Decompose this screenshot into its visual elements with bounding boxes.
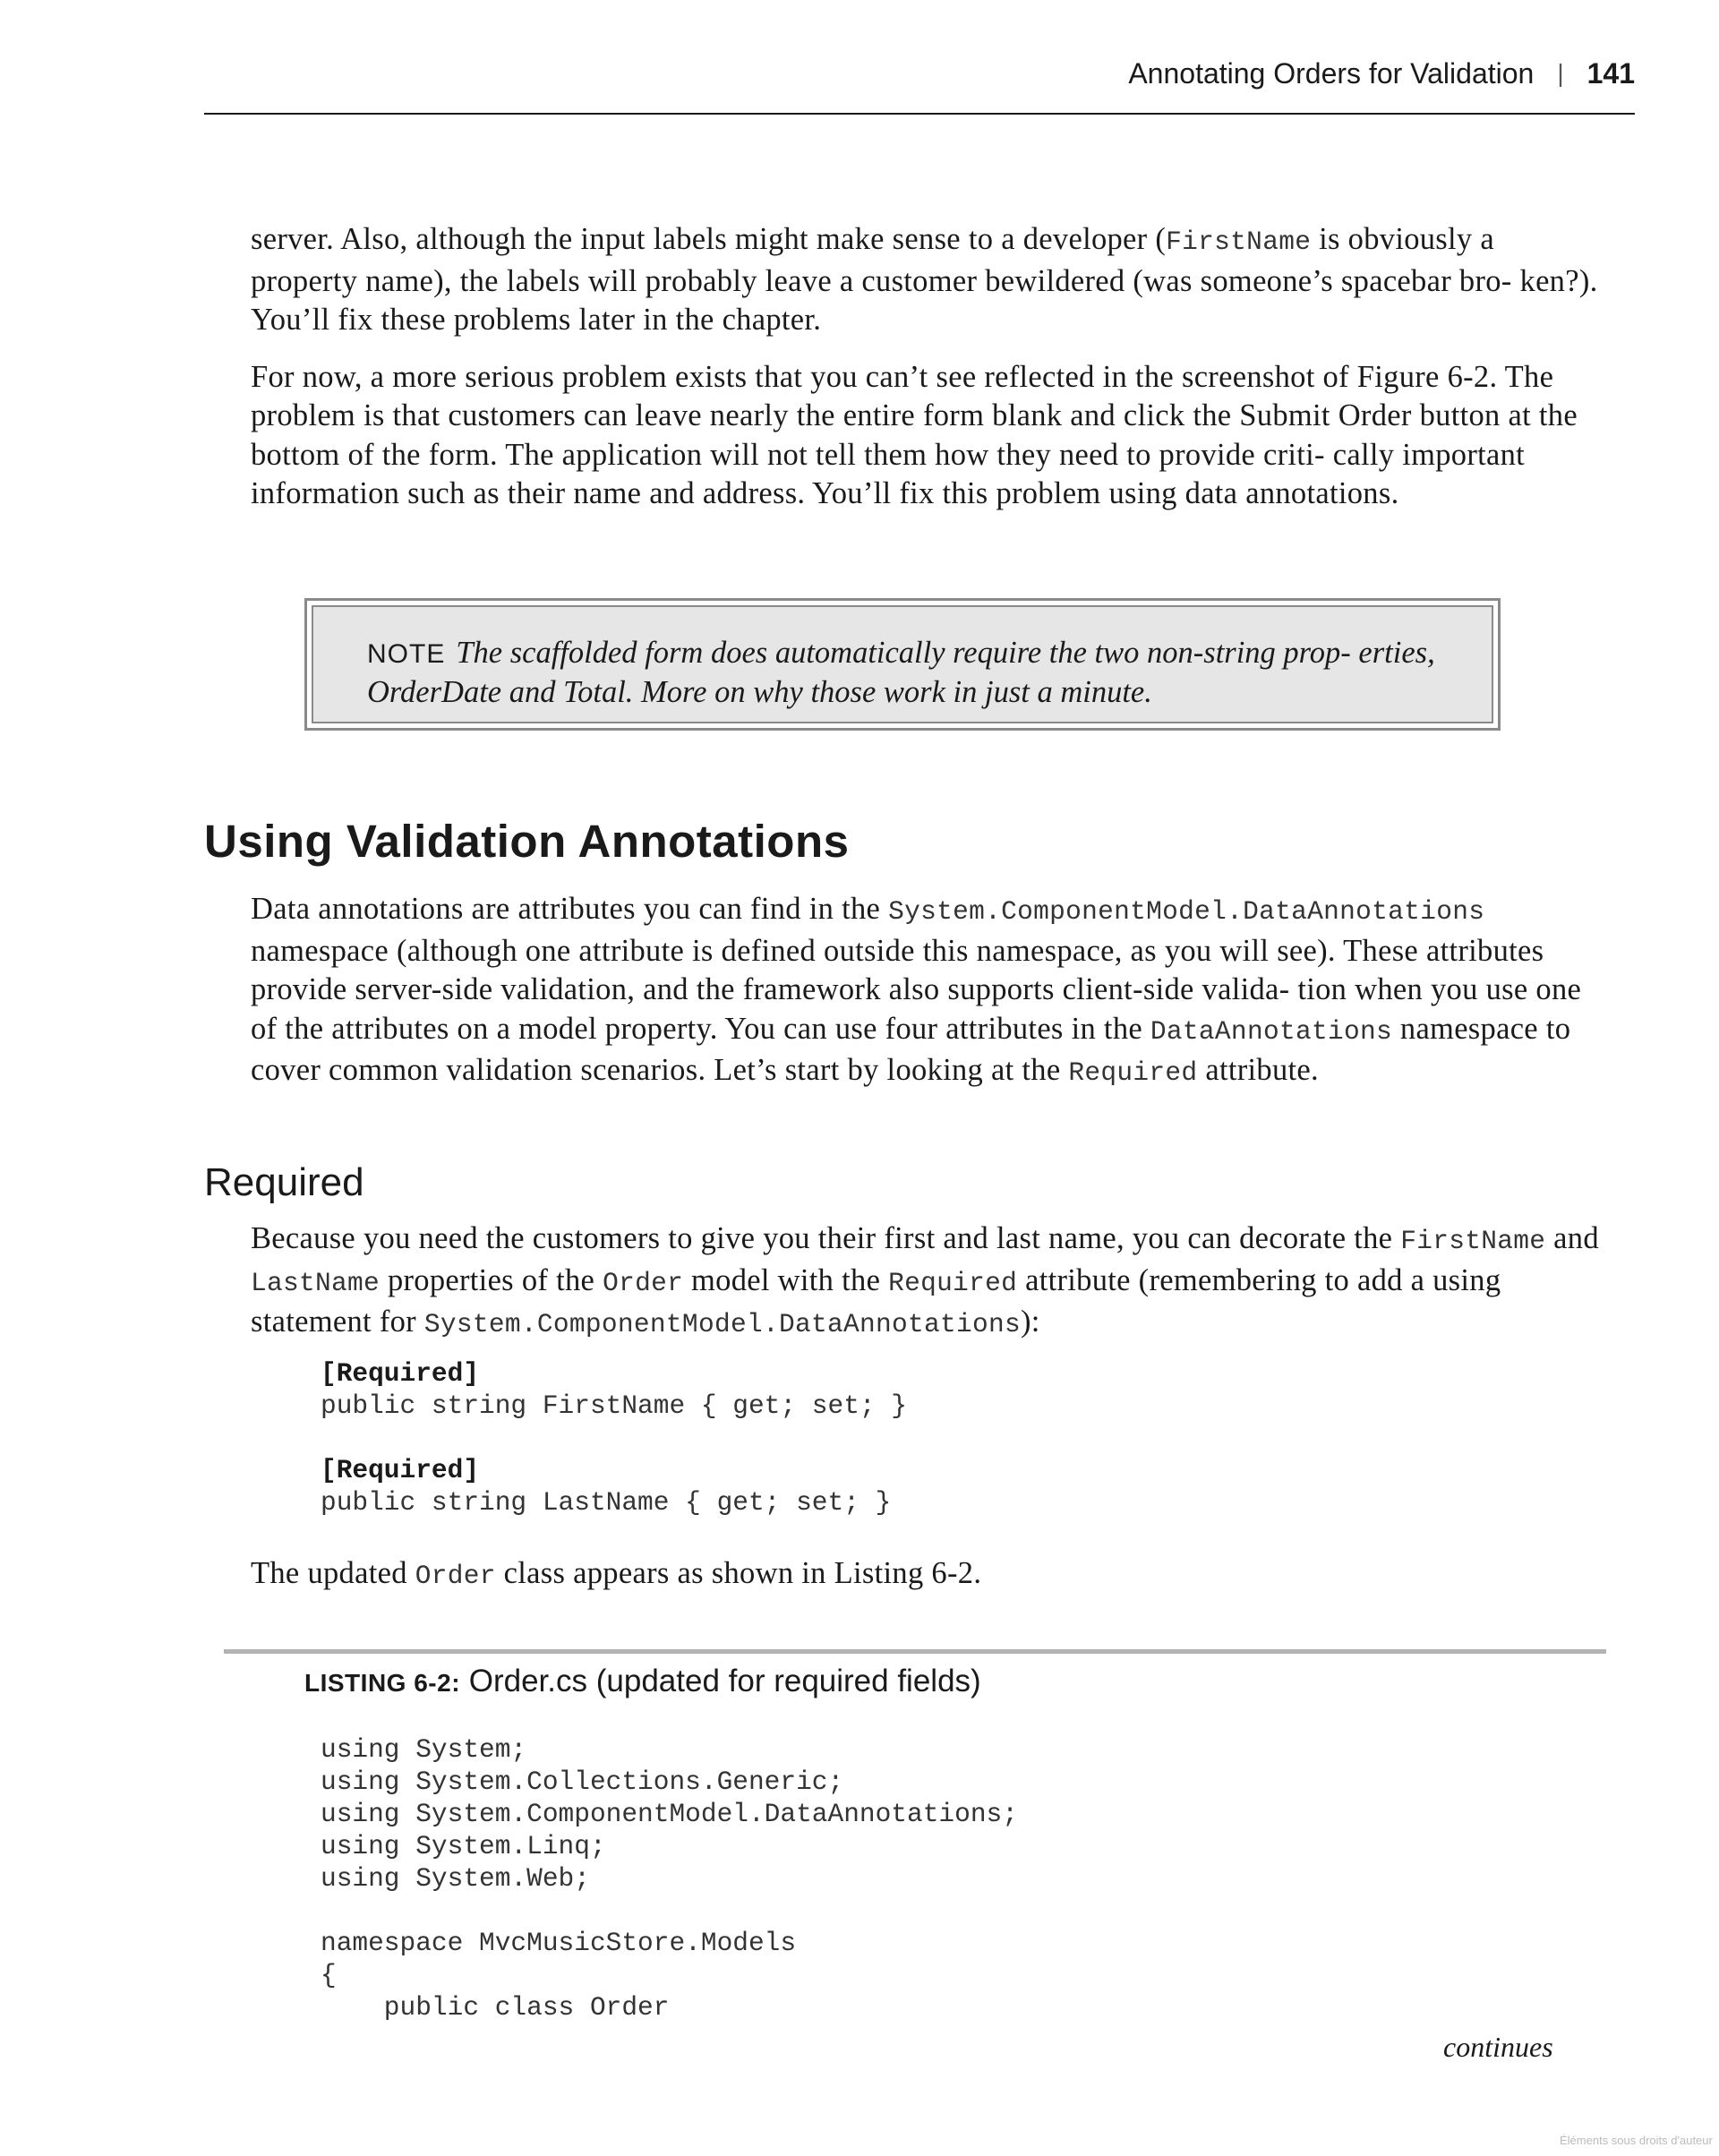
code-line: public string LastName { get; set; } (321, 1487, 892, 1518)
code-line: public string FirstName { get; set; } (321, 1390, 908, 1421)
required-paragraph: Because you need the customers to give y… (251, 1221, 1599, 1339)
listing-rule (224, 1649, 1606, 1654)
inline-code: Required (1068, 1057, 1198, 1088)
note-text: The scaffolded form does automatically r… (367, 636, 1435, 709)
listing-title: Order.cs (updated for required fields) (468, 1664, 981, 1698)
section-paragraph: Data annotations are attributes you can … (251, 892, 1582, 1088)
code-snippet: [Required] public string FirstName { get;… (321, 1357, 907, 1519)
section-heading: Using Validation Annotations (204, 816, 850, 867)
inline-code: FirstName (1166, 227, 1312, 257)
header-separator: | (1557, 59, 1564, 87)
inline-code: System.ComponentModel.DataAnnotations (423, 1309, 1021, 1339)
subsection-heading: Required (204, 1160, 364, 1204)
inline-code: LastName (251, 1267, 381, 1298)
code-attribute: [Required] (321, 1455, 480, 1485)
page-number: 141 (1586, 56, 1635, 90)
intro-paragraph-2: For now, a more serious problem exists t… (251, 359, 1578, 511)
note-box-inner: NOTE The scaffolded form does automatical… (312, 605, 1493, 723)
watermark: Éléments sous droits d'auteur (1560, 2134, 1713, 2147)
section-text: Data annotations are attributes you can … (251, 890, 1603, 1093)
listing-intro: The updated Order class appears as shown… (251, 1556, 982, 1591)
listing-label: LISTING 6-2: (304, 1669, 461, 1697)
inline-code: Required (888, 1267, 1018, 1298)
inline-code: FirstName (1400, 1226, 1546, 1256)
header-rule (204, 113, 1635, 115)
inline-code: System.ComponentModel.DataAnnotations (888, 896, 1485, 927)
running-header: Annotating Orders for Validation | 141 (204, 56, 1635, 91)
inline-code: Order (415, 1561, 496, 1591)
code-attribute: [Required] (321, 1358, 480, 1389)
listing-code: using System; using System.Collections.G… (321, 1734, 1018, 2023)
inline-code: Order (603, 1267, 684, 1298)
inline-code: DataAnnotations (1150, 1015, 1392, 1047)
continues-marker: continues (1443, 2031, 1553, 2063)
intro-text: server. Also, although the input labels … (251, 220, 1603, 514)
required-text: Because you need the customers to give y… (251, 1219, 1603, 1345)
running-header-title: Annotating Orders for Validation (1128, 56, 1535, 90)
book-page: Annotating Orders for Validation | 141 s… (0, 0, 1719, 2156)
listing-caption: LISTING 6-2: Order.cs (updated for requi… (304, 1664, 981, 1699)
note-box: NOTE The scaffolded form does automatical… (304, 598, 1501, 731)
note-label: NOTE (367, 639, 446, 669)
intro-paragraph-1: server. Also, although the input labels … (251, 222, 1598, 337)
